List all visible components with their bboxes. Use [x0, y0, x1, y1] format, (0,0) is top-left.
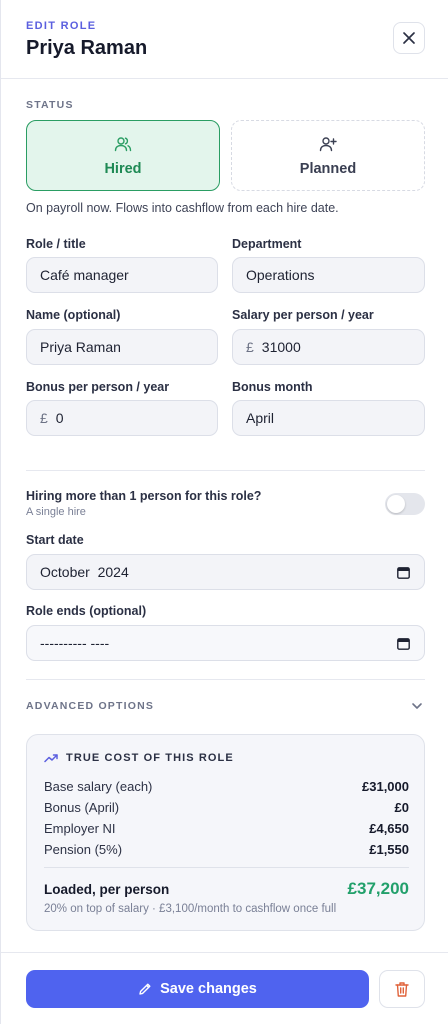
role-ends-label: Role ends (optional): [26, 604, 147, 618]
status-hint: On payroll now. Flows into cashflow from…: [26, 201, 339, 215]
currency-prefix: £: [40, 410, 48, 426]
salary-input[interactable]: £ 31000: [232, 329, 425, 365]
start-date-label: Start date: [26, 533, 84, 547]
cost-footnote: 20% on top of salary · £3,100/month to c…: [44, 903, 337, 915]
cost-row: Pension (5%) £1,550: [44, 842, 409, 857]
department-value: Operations: [246, 267, 315, 283]
divider: [26, 679, 425, 680]
cost-row-value: £1,550: [369, 842, 409, 857]
bonus-value: 0: [55, 410, 64, 426]
cost-row-label: Base salary (each): [44, 779, 153, 794]
calendar-icon[interactable]: [397, 566, 410, 579]
role-title-value: Café manager: [40, 267, 129, 283]
cost-row-label: Pension (5%): [44, 842, 123, 857]
delete-button[interactable]: [379, 970, 425, 1008]
currency-prefix: £: [246, 339, 254, 355]
edit-role-panel: EDIT ROLE Priya Raman STATUS Hired Plann…: [0, 0, 448, 1024]
cost-row: Base salary (each) £31,000: [44, 779, 409, 794]
advanced-options-toggle[interactable]: ADVANCED OPTIONS: [26, 694, 425, 718]
users-icon: [114, 136, 132, 151]
department-input[interactable]: Operations: [232, 257, 425, 293]
cost-row-label: Bonus (April): [44, 800, 120, 815]
true-cost-title-text: TRUE COST OF THIS ROLE: [66, 752, 234, 764]
status-option-hired[interactable]: Hired: [26, 120, 220, 191]
multi-hire-toggle[interactable]: [385, 493, 425, 515]
salary-label: Salary per person / year: [232, 308, 374, 322]
multi-hire-sub: A single hire: [26, 506, 86, 518]
close-button[interactable]: [393, 22, 425, 54]
trash-icon: [395, 981, 409, 997]
status-section-label: STATUS: [26, 99, 74, 111]
salary-value: 31000: [261, 339, 301, 355]
bonus-month-value: April: [246, 410, 275, 426]
status-option-label: Planned: [299, 160, 357, 177]
close-icon: [403, 32, 415, 44]
loaded-cost-label: Loaded, per person: [44, 881, 170, 897]
role-ends-input[interactable]: ---------- ----: [26, 625, 425, 661]
cost-row-value: £0: [394, 800, 409, 815]
loaded-cost-value: £37,200: [347, 879, 409, 898]
page-title: Priya Raman: [26, 37, 148, 59]
bonus-label: Bonus per person / year: [26, 380, 170, 394]
status-option-planned[interactable]: Planned: [231, 120, 425, 191]
role-ends-value: ---------- ----: [40, 635, 110, 651]
toggle-knob: [387, 495, 405, 513]
bonus-month-label: Bonus month: [232, 380, 313, 394]
true-cost-card: TRUE COST OF THIS ROLE Base salary (each…: [26, 734, 425, 931]
save-button-label: Save changes: [160, 981, 257, 997]
name-input[interactable]: Priya Raman: [26, 329, 218, 365]
role-title-input[interactable]: Café manager: [26, 257, 218, 293]
panel-eyebrow: EDIT ROLE: [26, 20, 97, 32]
cost-row-label: Employer NI: [44, 821, 116, 836]
cost-row-value: £31,000: [362, 779, 409, 794]
panel-footer: Save changes: [1, 952, 448, 1024]
department-label: Department: [232, 237, 302, 251]
name-value: Priya Raman: [40, 339, 121, 355]
chevron-down-icon: [412, 703, 422, 709]
true-cost-title: TRUE COST OF THIS ROLE: [44, 752, 234, 764]
start-date-input[interactable]: October 2024: [26, 554, 425, 590]
user-plus-icon: [319, 136, 337, 151]
status-option-label: Hired: [104, 160, 142, 177]
advanced-options-label: ADVANCED OPTIONS: [26, 700, 155, 712]
bonus-input[interactable]: £ 0: [26, 400, 218, 436]
multi-hire-label: Hiring more than 1 person for this role?: [26, 489, 262, 503]
cost-row: Bonus (April) £0: [44, 800, 409, 815]
panel-header: EDIT ROLE Priya Raman: [1, 0, 448, 79]
divider: [26, 470, 425, 471]
divider: [44, 867, 409, 868]
pencil-icon: [139, 983, 151, 995]
save-button[interactable]: Save changes: [26, 970, 369, 1008]
cost-row: Employer NI £4,650: [44, 821, 409, 836]
role-title-label: Role / title: [26, 237, 86, 251]
bonus-month-input[interactable]: April: [232, 400, 425, 436]
name-label: Name (optional): [26, 308, 121, 322]
start-date-value: October 2024: [40, 564, 129, 580]
cost-row-value: £4,650: [369, 821, 409, 836]
calendar-icon[interactable]: [397, 637, 410, 650]
trending-up-icon: [44, 754, 58, 763]
loaded-cost-row: Loaded, per person £37,200: [44, 879, 409, 899]
